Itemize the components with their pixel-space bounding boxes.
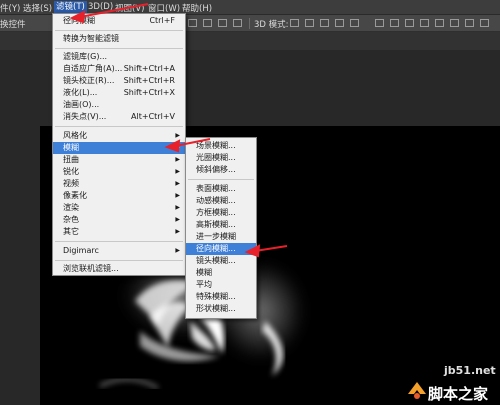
menu-item-convert-smart-filter[interactable]: 转换为智能滤镜 <box>53 33 185 45</box>
submenu-item-shape-blur[interactable]: 形状模糊... <box>186 303 256 315</box>
submenu-item-blur[interactable]: 模糊 <box>186 267 256 279</box>
menu-item-distort[interactable]: 扭曲 ▶ <box>53 154 185 166</box>
align-top-icon[interactable] <box>188 19 197 27</box>
menu-item-browse-online-filters[interactable]: 浏览联机滤镜... <box>53 263 185 275</box>
menu-divider <box>188 179 254 180</box>
menu-select[interactable]: 选择(S) <box>23 2 52 14</box>
menu-item-sharpen[interactable]: 锐化 ▶ <box>53 166 185 178</box>
submenu-arrow-icon: ▶ <box>175 192 180 199</box>
watermark-name: 脚本之家 <box>428 385 489 403</box>
menu-item-pixelate[interactable]: 像素化 ▶ <box>53 190 185 202</box>
submenu-item-radial-blur[interactable]: 径向模糊... <box>186 243 256 255</box>
align-left-icon[interactable] <box>233 19 242 27</box>
submenu-arrow-icon: ▶ <box>175 156 180 163</box>
submenu-arrow-icon: ▶ <box>175 168 180 175</box>
submenu-item-blur-more[interactable]: 进一步模糊 <box>186 231 256 243</box>
distribute-1-icon[interactable] <box>375 19 384 27</box>
menu-item-lens-correction[interactable]: 镜头校正(R)... Shift+Ctrl+R <box>53 75 185 87</box>
3d-roll-icon[interactable] <box>305 19 314 27</box>
blur-submenu: 场景模糊... 光圈模糊... 倾斜偏移... 表面模糊... 动感模糊... … <box>185 137 257 319</box>
submenu-item-iris-blur[interactable]: 光圈模糊... <box>186 152 256 164</box>
submenu-item-smart-blur[interactable]: 特殊模糊... <box>186 291 256 303</box>
menu-divider <box>55 48 183 49</box>
distribute-3-icon[interactable] <box>405 19 414 27</box>
menu-item-adaptive-wide-angle[interactable]: 自适应广角(A)... Shift+Ctrl+A <box>53 63 185 75</box>
submenu-item-motion-blur[interactable]: 动感模糊... <box>186 195 256 207</box>
menu-file[interactable]: 件(Y) <box>0 2 20 14</box>
submenu-arrow-icon: ▶ <box>175 247 180 254</box>
menu-item-other[interactable]: 其它 ▶ <box>53 226 185 238</box>
submenu-arrow-icon: ▶ <box>175 216 180 223</box>
submenu-item-average[interactable]: 平均 <box>186 279 256 291</box>
menu-divider <box>55 30 183 31</box>
submenu-item-lens-blur[interactable]: 镜头模糊... <box>186 255 256 267</box>
menu-item-liquify[interactable]: 液化(L)... Shift+Ctrl+X <box>53 87 185 99</box>
filter-menu: 径向模糊 Ctrl+F 转换为智能滤镜 滤镜库(G)... 自适应广角(A)...… <box>52 13 186 276</box>
3d-scale-icon[interactable] <box>350 19 359 27</box>
menu-item-digimarc[interactable]: Digimarc ▶ <box>53 245 185 257</box>
submenu-arrow-icon: ▶ <box>175 132 180 139</box>
menu-item-blur[interactable]: 模糊 ▶ <box>53 142 185 154</box>
options-separator <box>249 18 250 29</box>
menu-item-stylize[interactable]: 风格化 ▶ <box>53 130 185 142</box>
submenu-item-tilt-shift[interactable]: 倾斜偏移... <box>186 164 256 176</box>
menu-item-radial-blur-last[interactable]: 径向模糊 Ctrl+F <box>53 15 185 27</box>
menu-item-vanishing-point[interactable]: 消失点(V)... Alt+Ctrl+V <box>53 111 185 123</box>
submenu-item-gaussian-blur[interactable]: 高斯模糊... <box>186 219 256 231</box>
menu-divider <box>55 260 183 261</box>
transform-controls-label[interactable]: 换控件 <box>0 18 26 30</box>
watermark-logo-icon <box>408 382 426 399</box>
menu-3d[interactable]: 3D(D) <box>88 2 113 12</box>
submenu-item-box-blur[interactable]: 方框模糊... <box>186 207 256 219</box>
align-bottom-icon[interactable] <box>218 19 227 27</box>
submenu-arrow-icon: ▶ <box>175 144 180 151</box>
3d-slide-icon[interactable] <box>335 19 344 27</box>
align-middle-icon[interactable] <box>203 19 212 27</box>
submenu-arrow-icon: ▶ <box>175 204 180 211</box>
distribute-4-icon[interactable] <box>420 19 429 27</box>
3d-pan-icon[interactable] <box>320 19 329 27</box>
distribute-6-icon[interactable] <box>450 19 459 27</box>
submenu-arrow-icon: ▶ <box>175 228 180 235</box>
menu-divider <box>55 241 183 242</box>
3d-mode-label: 3D 模式: <box>254 20 289 30</box>
menu-item-video[interactable]: 视频 ▶ <box>53 178 185 190</box>
distribute-7-icon[interactable] <box>465 19 474 27</box>
distribute-8-icon[interactable] <box>480 19 489 27</box>
3d-rotate-icon[interactable] <box>290 19 299 27</box>
menu-divider <box>55 126 183 127</box>
distribute-5-icon[interactable] <box>435 19 444 27</box>
submenu-item-field-blur[interactable]: 场景模糊... <box>186 140 256 152</box>
distribute-2-icon[interactable] <box>390 19 399 27</box>
menu-item-noise[interactable]: 杂色 ▶ <box>53 214 185 226</box>
submenu-item-surface-blur[interactable]: 表面模糊... <box>186 183 256 195</box>
submenu-arrow-icon: ▶ <box>175 180 180 187</box>
menu-item-oil-paint[interactable]: 油画(O)... <box>53 99 185 111</box>
menu-help[interactable]: 帮助(H) <box>182 2 212 14</box>
menu-item-filter-gallery[interactable]: 滤镜库(G)... <box>53 51 185 63</box>
menu-item-render[interactable]: 渲染 ▶ <box>53 202 185 214</box>
watermark-site: jb51.net <box>444 364 496 377</box>
